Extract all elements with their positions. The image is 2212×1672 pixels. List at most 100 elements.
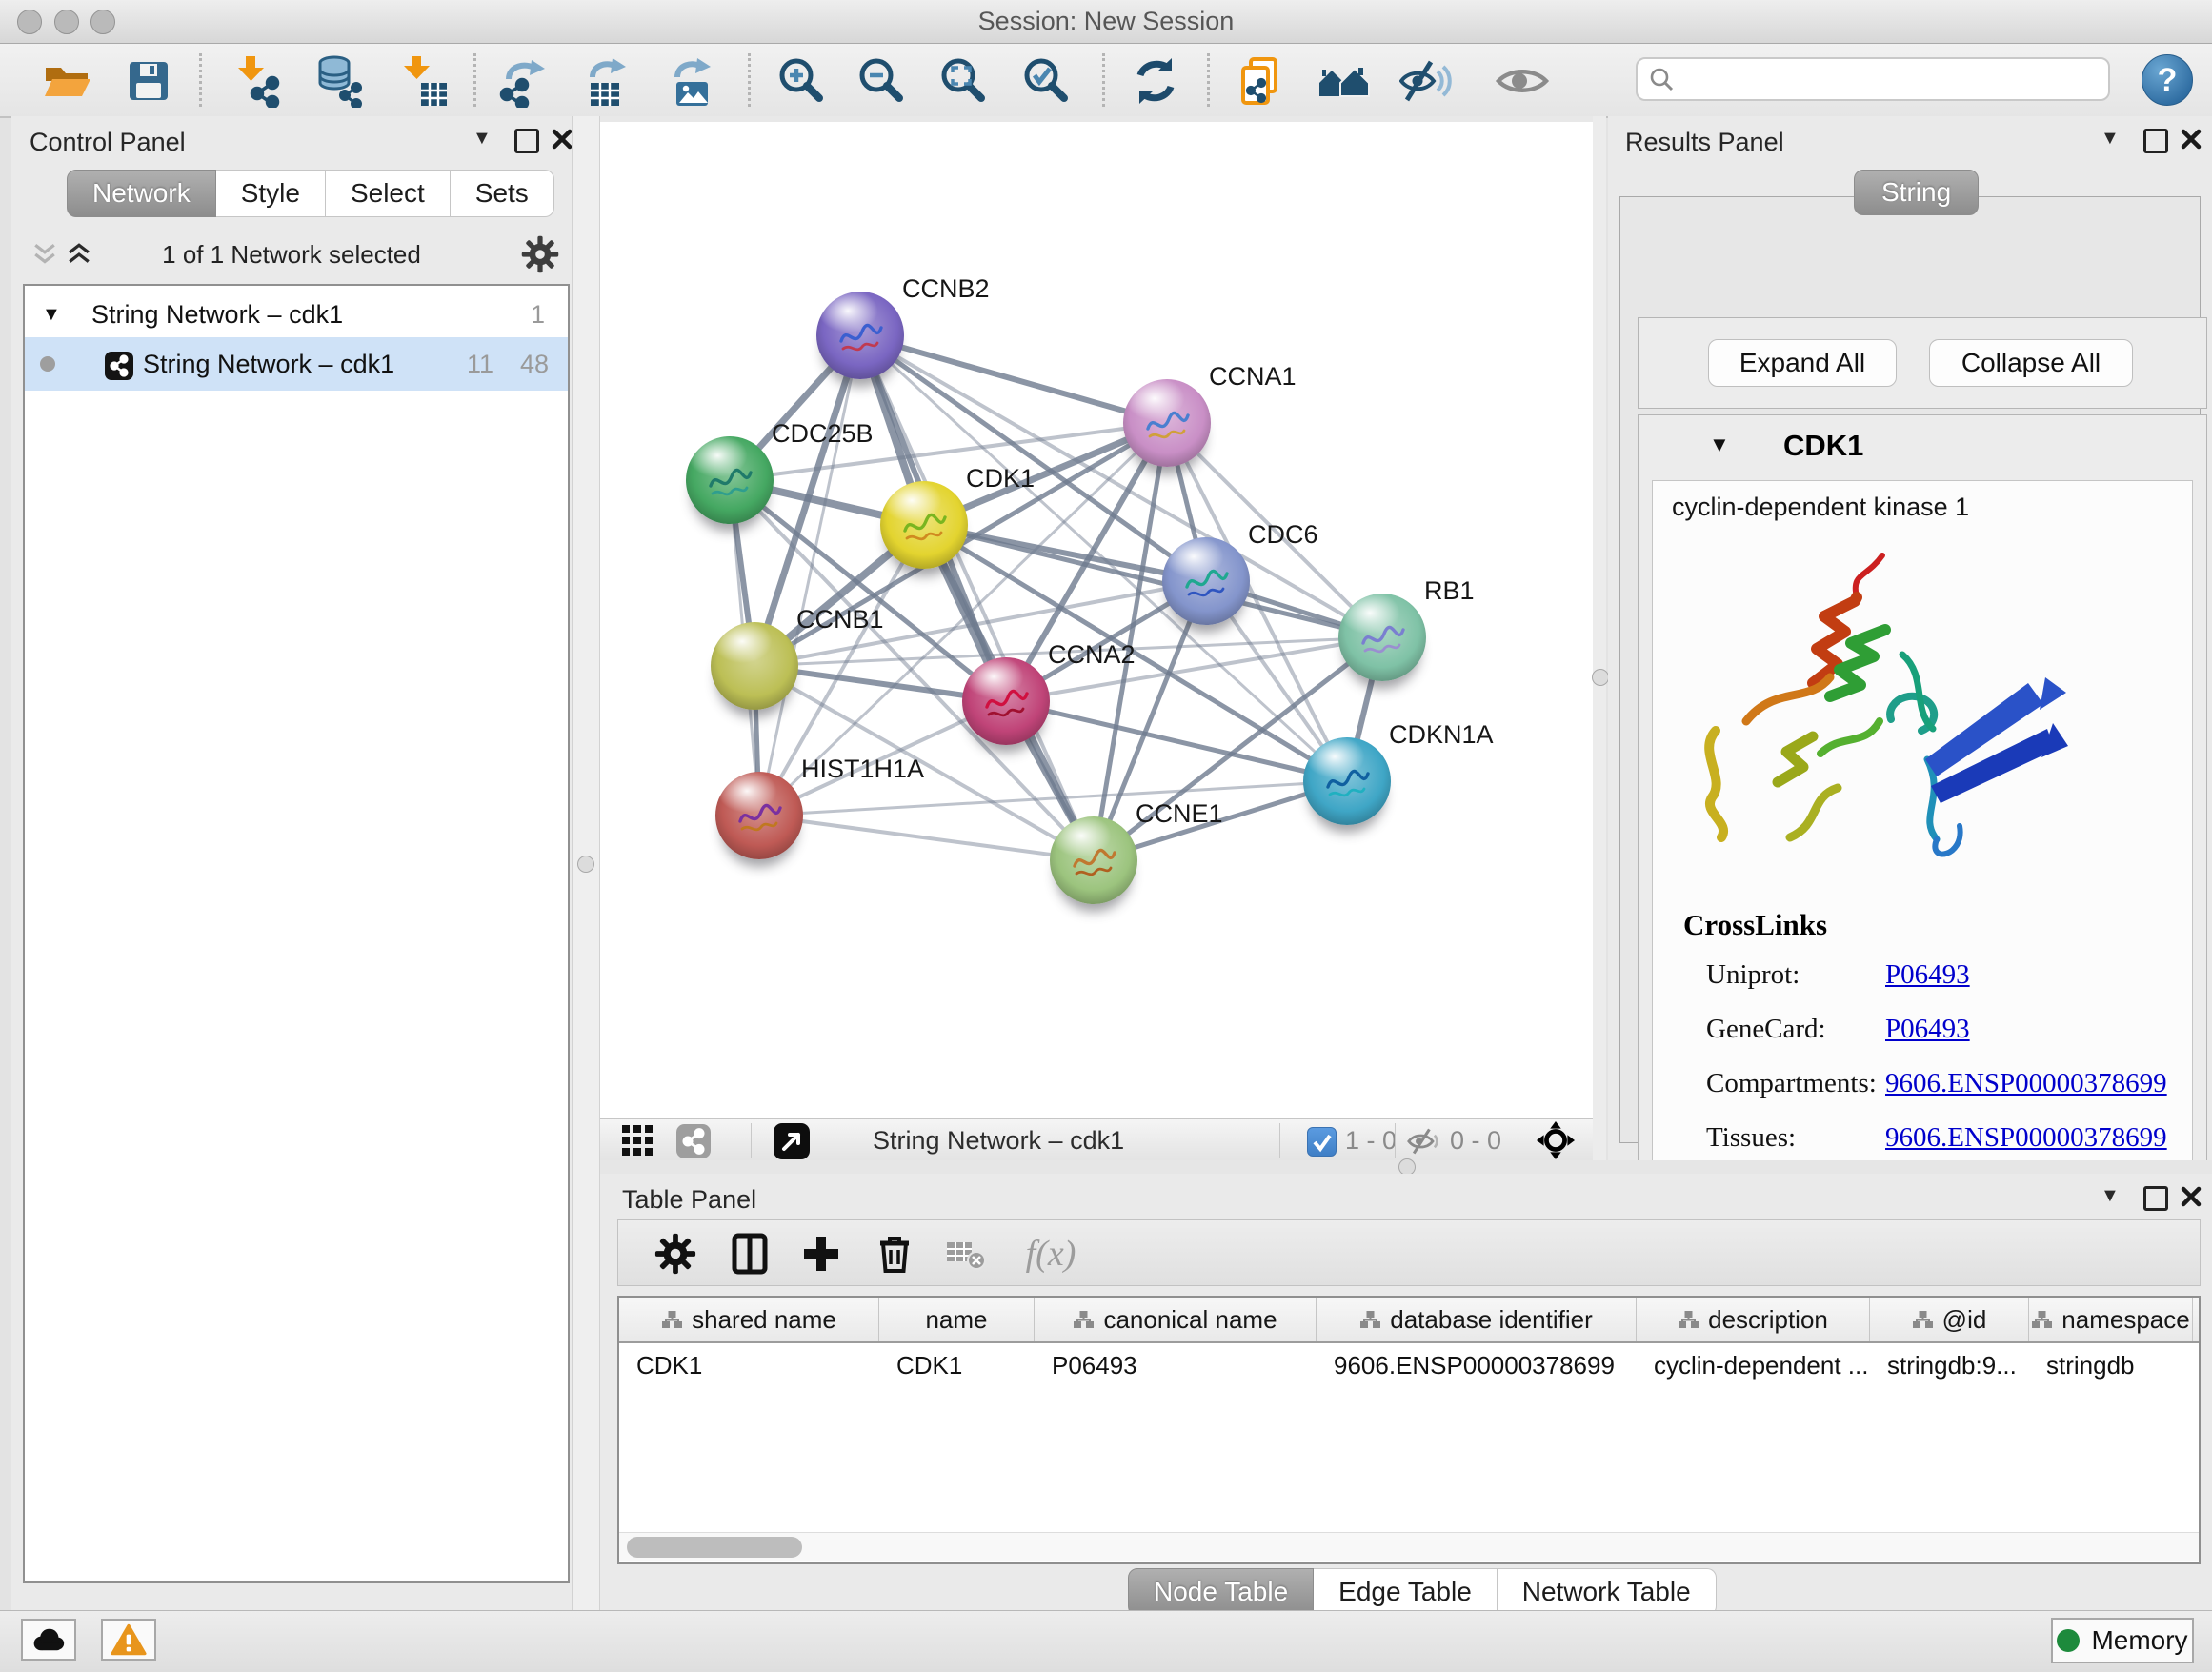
left-splitter-handle[interactable] — [577, 856, 594, 873]
column-header-shared-name[interactable]: shared name — [619, 1298, 879, 1341]
results-panel-float-icon[interactable] — [2143, 129, 2168, 153]
delete-column-trash-icon[interactable] — [868, 1227, 921, 1280]
table-cell[interactable]: CDK1 — [619, 1343, 879, 1387]
table-options-gear-icon[interactable] — [649, 1227, 702, 1280]
return-home-icon[interactable] — [1317, 54, 1370, 108]
tab-node-table[interactable]: Node Table — [1128, 1568, 1314, 1616]
network-node-cdc25b[interactable] — [686, 436, 774, 524]
tab-edge-table[interactable]: Edge Table — [1314, 1568, 1498, 1616]
import-network-file-icon[interactable] — [231, 54, 284, 108]
grid-view-icon[interactable] — [622, 1125, 654, 1160]
control-panel-float-icon[interactable] — [514, 129, 539, 153]
column-header-namespace[interactable]: namespace — [2029, 1298, 2193, 1341]
crosslink-link[interactable]: P06493 — [1885, 1014, 1970, 1045]
network-node-ccna2[interactable] — [962, 657, 1050, 745]
export-network-icon[interactable] — [497, 54, 551, 108]
help-button[interactable]: ? — [2142, 54, 2193, 106]
network-edge[interactable] — [1006, 701, 1347, 781]
collapse-all-button[interactable]: Collapse All — [1929, 339, 2133, 387]
hidden-eye-slash-icon[interactable] — [1407, 1127, 1441, 1160]
crosslink-label: Tissues: — [1706, 1122, 1796, 1154]
column-header-name[interactable]: name — [879, 1298, 1035, 1341]
warning-status-button[interactable] — [101, 1619, 156, 1661]
network-node-ccnb1[interactable] — [711, 622, 798, 710]
network-node-rb1[interactable] — [1338, 594, 1426, 681]
network-share-icon[interactable] — [676, 1124, 711, 1163]
left-splitter[interactable] — [572, 116, 600, 1610]
table-panel-close-icon[interactable] — [2180, 1185, 2202, 1213]
collection-expander-icon[interactable]: ▼ — [42, 293, 61, 335]
show-all-eye-icon[interactable] — [1491, 54, 1554, 108]
table-cell[interactable]: P06493 — [1035, 1343, 1317, 1387]
memory-button[interactable]: Memory — [2051, 1618, 2194, 1663]
section-collapse-icon[interactable]: ▼ — [1709, 433, 1730, 457]
network-node-cdc6[interactable] — [1162, 537, 1250, 625]
crosslink-label: Compartments: — [1706, 1068, 1877, 1099]
control-panel-menu-icon[interactable]: ▼ — [473, 128, 492, 149]
network-collection-row[interactable]: ▼ String Network – cdk1 1 — [25, 293, 568, 335]
delete-table-icon[interactable] — [939, 1227, 993, 1280]
zoom-fit-icon[interactable] — [937, 54, 991, 108]
tab-style[interactable]: Style — [216, 170, 326, 217]
network-options-gear-icon[interactable] — [520, 234, 560, 279]
network-node-hist1h1a[interactable] — [715, 772, 803, 859]
save-session-icon[interactable] — [122, 54, 175, 108]
zoom-out-icon[interactable] — [855, 54, 909, 108]
table-panel-float-icon[interactable] — [2143, 1186, 2168, 1211]
crosslink-link[interactable]: P06493 — [1885, 959, 1970, 991]
tab-sets[interactable]: Sets — [451, 170, 554, 217]
export-table-icon[interactable] — [579, 54, 633, 108]
crosslink-link[interactable]: 9606.ENSP00000378699 — [1885, 1068, 2167, 1099]
table-cell[interactable]: CDK1 — [879, 1343, 1035, 1387]
tab-network-table[interactable]: Network Table — [1498, 1568, 1717, 1616]
birds-eye-view-icon[interactable] — [774, 1123, 810, 1164]
network-node-ccna1[interactable] — [1123, 379, 1211, 467]
network-node-cdkn1a[interactable] — [1303, 737, 1391, 825]
tab-network[interactable]: Network — [67, 170, 216, 217]
network-row-selected[interactable]: String Network – cdk1 11 48 — [25, 337, 568, 391]
table-cell[interactable]: stringdb — [2029, 1343, 2193, 1387]
zoom-selected-icon[interactable] — [1020, 54, 1074, 108]
control-panel-close-icon[interactable] — [551, 128, 573, 155]
search-input[interactable] — [1636, 57, 2110, 101]
tab-select[interactable]: Select — [326, 170, 451, 217]
bottom-splitter[interactable] — [600, 1160, 2212, 1174]
export-image-icon[interactable] — [664, 54, 717, 108]
open-file-icon[interactable] — [40, 54, 93, 108]
network-node-cdk1[interactable] — [880, 481, 968, 569]
results-panel-menu-icon[interactable]: ▼ — [2101, 128, 2120, 149]
refresh-icon[interactable] — [1129, 54, 1182, 108]
network-edge[interactable] — [759, 816, 1094, 860]
copy-style-icon[interactable] — [1234, 54, 1287, 108]
scrollbar-thumb[interactable] — [627, 1537, 802, 1558]
selected-checkbox[interactable] — [1307, 1127, 1337, 1157]
expand-all-button[interactable]: Expand All — [1708, 339, 1897, 387]
toolbar-separator — [1207, 53, 1210, 107]
results-panel-close-icon[interactable] — [2180, 128, 2202, 155]
table-cell[interactable]: 9606.ENSP00000378699 — [1317, 1343, 1637, 1387]
center-view-crosshair-icon[interactable] — [1536, 1120, 1576, 1165]
column-header--id[interactable]: @id — [1870, 1298, 2029, 1341]
table-cell[interactable]: cyclin-dependent ... — [1637, 1343, 1870, 1387]
column-header-description[interactable]: description — [1637, 1298, 1870, 1341]
table-cell[interactable]: stringdb:9... — [1870, 1343, 2029, 1387]
hide-selected-eye-slash-icon[interactable] — [1399, 54, 1453, 108]
table-row[interactable]: CDK1CDK1P064939606.ENSP00000378699cyclin… — [619, 1343, 2199, 1387]
right-splitter[interactable] — [1593, 116, 1606, 1174]
crosslink-link[interactable]: 9606.ENSP00000378699 — [1885, 1122, 2167, 1154]
column-header-canonical-name[interactable]: canonical name — [1035, 1298, 1317, 1341]
network-node-ccne1[interactable] — [1050, 816, 1137, 904]
network-canvas[interactable]: CCNB2 CCNA1 CDC25B CDK1 CDC6 RB1CCNB1 CC… — [600, 122, 1593, 1118]
show-columns-icon[interactable] — [723, 1227, 776, 1280]
column-header-database-identifier[interactable]: database identifier — [1317, 1298, 1637, 1341]
table-panel-menu-icon[interactable]: ▼ — [2101, 1185, 2120, 1206]
add-column-plus-icon[interactable] — [794, 1227, 848, 1280]
table-horizontal-scrollbar[interactable] — [619, 1532, 2199, 1561]
zoom-in-icon[interactable] — [775, 54, 829, 108]
network-node-ccnb2[interactable] — [816, 292, 904, 379]
cloud-status-button[interactable] — [21, 1619, 76, 1661]
right-splitter-handle[interactable] — [1592, 669, 1609, 686]
tab-string[interactable]: String — [1854, 170, 1979, 215]
import-network-database-icon[interactable] — [312, 54, 365, 108]
import-table-icon[interactable] — [396, 54, 450, 108]
